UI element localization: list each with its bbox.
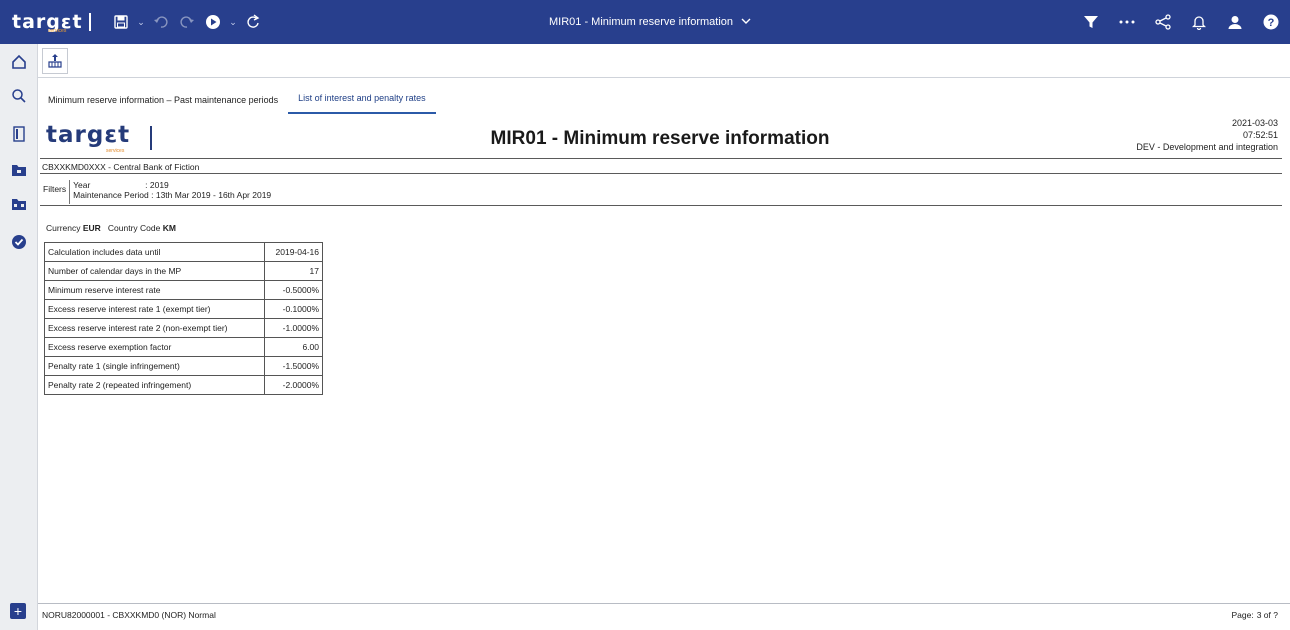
search-icon[interactable] <box>0 82 38 110</box>
page-label: Page: <box>1231 610 1254 620</box>
reports-icon[interactable] <box>0 120 38 148</box>
export-button[interactable] <box>42 48 68 74</box>
row-value: -0.5000% <box>264 280 323 300</box>
add-icon[interactable]: + <box>10 603 26 619</box>
refresh-icon[interactable] <box>242 11 264 33</box>
footer-divider <box>38 603 1290 604</box>
currency-line: Currency EUR Country Code KM <box>46 223 176 233</box>
report-logo-subtext: services <box>106 148 125 154</box>
undo-icon[interactable] <box>150 11 172 33</box>
filters-divider <box>40 205 1282 206</box>
bell-icon[interactable] <box>1188 11 1210 33</box>
table-row: Excess reserve interest rate 1 (exempt t… <box>44 299 323 319</box>
row-value: -0.1000% <box>264 299 323 319</box>
user-icon[interactable] <box>1224 11 1246 33</box>
row-label: Excess reserve interest rate 2 (non-exem… <box>44 318 265 338</box>
tab-past-maintenance-periods[interactable]: Minimum reserve information – Past maint… <box>38 78 288 114</box>
filters-block: Filters Year : 2019 Maintenance Period : … <box>43 180 271 204</box>
filters-values: Year : 2019 Maintenance Period : 13th Mar… <box>70 180 271 200</box>
report-tabs: Minimum reserve information – Past maint… <box>38 78 1290 114</box>
brand-divider <box>88 13 91 31</box>
header-actions: ? <box>1080 0 1282 44</box>
export-icon <box>48 54 62 68</box>
report-time: 07:52:51 <box>1242 130 1278 140</box>
page-indicator: 3 of ? <box>1256 610 1278 620</box>
report-toolbar <box>38 44 1290 78</box>
table-row: Number of calendar days in the MP 17 <box>44 261 323 281</box>
filter-year-value: : 2019 <box>145 180 169 190</box>
brand-logo: targεt services <box>0 0 98 44</box>
row-value: -2.0000% <box>264 375 323 395</box>
report-logo: targεt services <box>46 122 156 154</box>
row-label: Excess reserve interest rate 1 (exempt t… <box>44 299 265 319</box>
currency-value: EUR <box>82 223 101 233</box>
help-icon[interactable]: ? <box>1260 11 1282 33</box>
tab-interest-and-penalty-rates[interactable]: List of interest and penalty rates <box>288 78 436 114</box>
save-dropdown-chevron-icon[interactable]: ⌄ <box>136 17 146 28</box>
filter-period: Maintenance Period : 13th Mar 2019 - 16t… <box>73 190 271 200</box>
report-meta: 2021-03-03 07:52:51 DEV - Development an… <box>1136 117 1278 153</box>
footer-pagination: Page: 3 of ? <box>1232 610 1279 620</box>
row-value: -1.0000% <box>264 318 323 338</box>
report-selector-label: MIR01 - Minimum reserve information <box>549 16 733 28</box>
run-dropdown-chevron-icon[interactable]: ⌄ <box>228 17 238 28</box>
left-navigation <box>0 44 38 630</box>
row-label: Number of calendar days in the MP <box>44 261 265 281</box>
report-environment: DEV - Development and integration <box>1136 142 1278 152</box>
table-row: Excess reserve interest rate 2 (non-exem… <box>44 318 323 338</box>
report-selector[interactable]: MIR01 - Minimum reserve information <box>500 0 800 44</box>
brand-subtext: services <box>48 28 67 34</box>
svg-text:?: ? <box>1268 17 1275 29</box>
save-icon[interactable] <box>110 11 132 33</box>
filter-period-value: : 13th Mar 2019 - 16th Apr 2019 <box>151 190 272 200</box>
filter-year: Year : 2019 <box>73 180 271 190</box>
report-date: 2021-03-03 <box>1231 118 1278 128</box>
redo-icon[interactable] <box>176 11 198 33</box>
folder-icon[interactable] <box>0 156 38 184</box>
row-value: 17 <box>264 261 323 281</box>
country-code-value: KM <box>162 223 176 233</box>
row-label: Penalty rate 2 (repeated infringement) <box>44 375 265 395</box>
filter-period-key: Maintenance Period <box>73 190 149 200</box>
filter-icon[interactable] <box>1080 11 1102 33</box>
table-row: Penalty rate 1 (single infringement) -1.5… <box>44 356 323 376</box>
filter-year-key: Year <box>73 180 91 190</box>
report-title: MIR01 - Minimum reserve information <box>490 128 830 149</box>
table-row: Calculation includes data until 2019-04-1… <box>44 242 323 262</box>
home-icon[interactable] <box>0 48 38 76</box>
row-label: Minimum reserve interest rate <box>44 280 265 300</box>
app-header: targεt services ⌄ ⌄ MIR01 - Minimum rese… <box>0 0 1290 44</box>
more-icon[interactable] <box>1116 11 1138 33</box>
row-value: 2019-04-16 <box>264 242 323 262</box>
row-value: 6.00 <box>264 337 323 357</box>
chevron-down-icon <box>741 16 751 28</box>
row-value: -1.5000% <box>264 356 323 376</box>
table-row: Penalty rate 2 (repeated infringement) -2… <box>44 375 323 395</box>
row-label: Penalty rate 1 (single infringement) <box>44 356 265 376</box>
organisation-divider <box>40 173 1282 174</box>
team-folder-icon[interactable] <box>0 190 38 218</box>
rates-table: Calculation includes data until 2019-04-1… <box>44 242 323 395</box>
currency-label: Currency <box>46 223 81 233</box>
organisation-name: CBXXKMD0XXX - Central Bank of Fiction <box>42 162 200 172</box>
share-icon[interactable] <box>1152 11 1174 33</box>
row-label: Excess reserve exemption factor <box>44 337 265 357</box>
row-label: Calculation includes data until <box>44 242 265 262</box>
table-row: Excess reserve exemption factor 6.00 <box>44 337 323 357</box>
report-logo-wordmark: targεt <box>46 122 131 148</box>
report-logo-divider <box>150 126 152 150</box>
run-icon[interactable] <box>202 11 224 33</box>
table-row: Minimum reserve interest rate -0.5000% <box>44 280 323 300</box>
header-divider <box>40 158 1282 159</box>
header-toolbar: ⌄ ⌄ <box>110 11 264 33</box>
country-code-label: Country Code <box>107 223 161 233</box>
check-circle-icon[interactable] <box>0 228 38 256</box>
filters-label: Filters <box>43 180 71 204</box>
footer-user-info: NORU82000001 - CBXXKMD0 (NOR) Normal <box>42 610 216 620</box>
